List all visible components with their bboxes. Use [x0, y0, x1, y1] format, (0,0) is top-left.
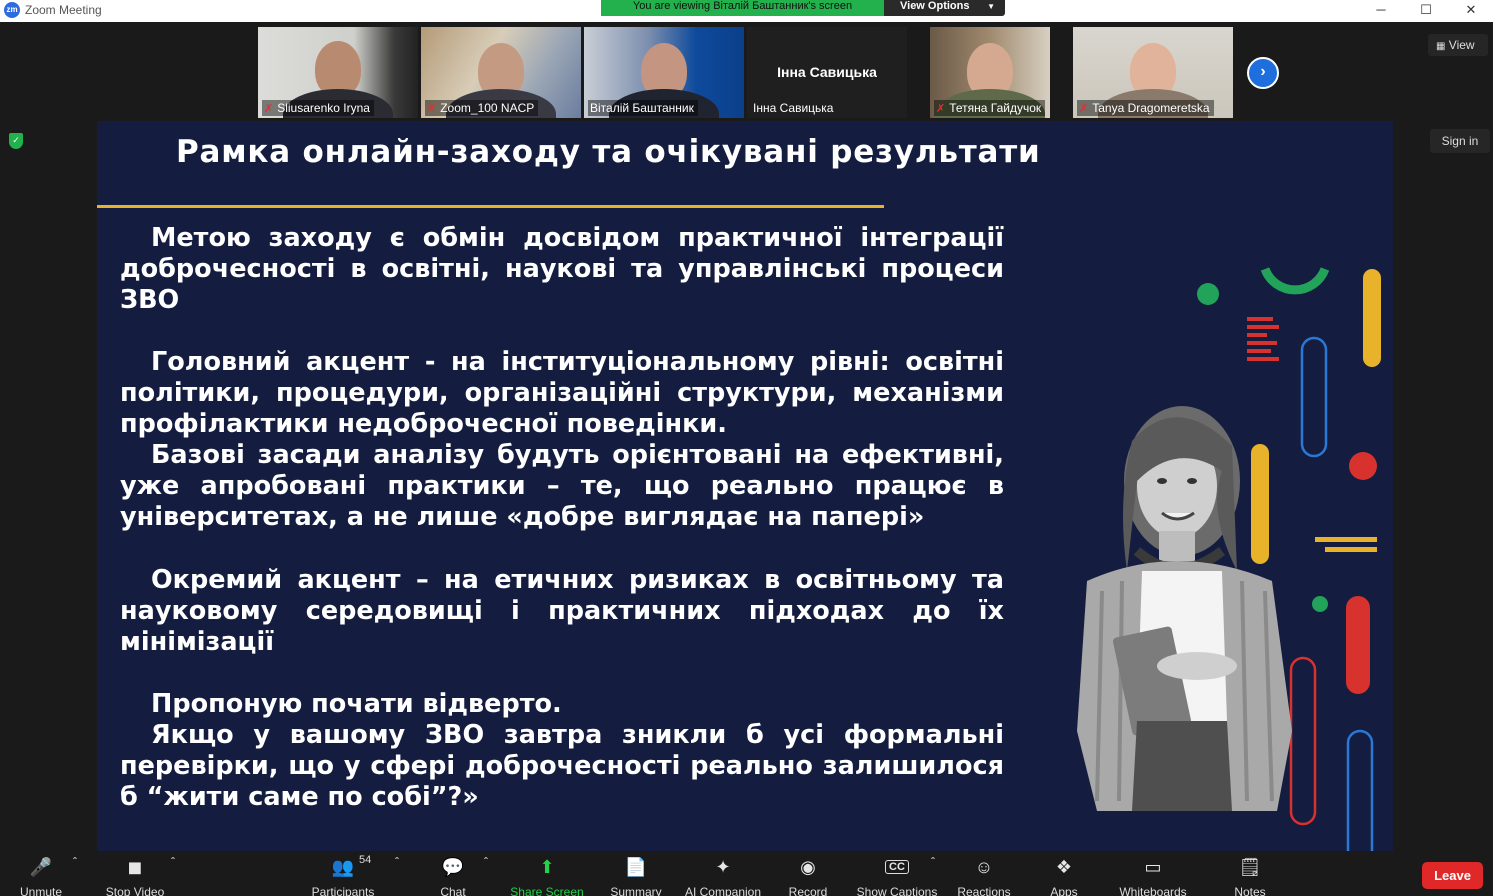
- unmute-button[interactable]: 🎤 Unmute: [12, 855, 70, 896]
- slide-paragraph: Базові засади аналізу будуть орієнтовані…: [120, 440, 1004, 532]
- video-camera-icon: ◼: [127, 857, 143, 877]
- viewing-banner: You are viewing Віталій Баштанник's scre…: [601, 0, 884, 16]
- apps-icon: ❖: [1055, 857, 1073, 877]
- summary-button[interactable]: 📄 Summary: [606, 855, 666, 896]
- reactions-button[interactable]: ☺ Reactions: [954, 855, 1014, 896]
- green-arc-icon: [1260, 267, 1330, 295]
- grid-icon: ▦: [1436, 41, 1446, 52]
- chevron-right-icon: ›: [1260, 63, 1266, 80]
- participant-name-label: Інна Савицька: [753, 101, 834, 115]
- participant-thumbnail[interactable]: ✗ Sliusarenko Iryna: [258, 27, 418, 118]
- slide-title: Рамка онлайн-заходу та очікувані результ…: [176, 134, 1041, 170]
- close-button[interactable]: ✕: [1448, 0, 1493, 22]
- chat-button[interactable]: 💬 Chat: [432, 855, 474, 896]
- record-icon: ◉: [800, 857, 816, 877]
- shared-slide: Рамка онлайн-заходу та очікувані результ…: [97, 121, 1393, 851]
- participant-thumbnail-active[interactable]: Віталій Баштанник: [584, 27, 744, 118]
- yellow-pill-icon: [1363, 269, 1381, 367]
- participant-name-label: ✗ Тетяна Гайдучок: [934, 100, 1046, 116]
- participant-center-name: Інна Савицька: [777, 64, 877, 80]
- view-label: View: [1448, 38, 1475, 52]
- title-underline: [97, 205, 884, 208]
- meeting-toolbar: 🎤 Unmute ˆ ◼ Stop Video ˆ 👥 Participants…: [0, 851, 1493, 896]
- zoom-logo-icon: zm: [4, 2, 20, 18]
- slide-paragraph: Якщо у вашому ЗВО завтра зникли б усі фо…: [120, 720, 1004, 812]
- summary-document-icon: 📄: [624, 857, 648, 877]
- stop-video-button[interactable]: ◼ Stop Video: [100, 855, 170, 896]
- participant-thumbnail[interactable]: Інна Савицька Інна Савицька: [747, 27, 907, 118]
- muted-mic-icon: ✗: [1079, 103, 1089, 115]
- participant-thumbnail[interactable]: ✗ Zoom_100 NACP: [421, 27, 581, 118]
- participant-name-label: ✗ Sliusarenko Iryna: [262, 100, 374, 116]
- muted-mic-icon: ✗: [936, 103, 946, 115]
- leave-button[interactable]: Leave: [1422, 862, 1483, 889]
- participant-name-label: ✗ Zoom_100 NACP: [425, 100, 539, 116]
- video-options-caret[interactable]: ˆ: [168, 855, 178, 896]
- chevron-down-icon: ▼: [987, 2, 995, 11]
- participant-name-label: ✗ Tanya Dragomeretska: [1077, 100, 1214, 116]
- green-dot-icon: [1197, 283, 1219, 305]
- slide-paragraph: Метою заходу є обмін досвідом практичної…: [120, 223, 1004, 315]
- notes-button[interactable]: 🗒 Notes: [1230, 855, 1270, 896]
- title-bar: zm Zoom Meeting You are viewing Віталій …: [0, 0, 1493, 22]
- chat-bubble-icon: 💬: [441, 857, 465, 877]
- apps-button[interactable]: ❖ Apps: [1044, 855, 1084, 896]
- participants-options-caret[interactable]: ˆ: [392, 855, 402, 896]
- audio-options-caret[interactable]: ˆ: [70, 855, 80, 896]
- red-grid-icon: [1247, 317, 1279, 361]
- record-button[interactable]: ◉ Record: [785, 855, 831, 896]
- ai-companion-button[interactable]: ✦ AI Companion: [681, 855, 765, 896]
- captions-options-caret[interactable]: ˆ: [928, 855, 938, 896]
- slide-paragraph: Пропоную почати відверто.: [151, 689, 562, 719]
- reactions-emoji-icon: ☺: [974, 857, 994, 877]
- zoom-meeting-window: zm Zoom Meeting You are viewing Віталій …: [0, 0, 1493, 896]
- slide-paragraph: Головний акцент - на інституціональному …: [120, 347, 1004, 439]
- security-shield-icon: ✓: [9, 133, 23, 149]
- chat-options-caret[interactable]: ˆ: [481, 855, 491, 896]
- notes-icon: 🗒: [1238, 857, 1262, 877]
- sign-in-button[interactable]: Sign in: [1430, 129, 1490, 153]
- participants-count: 54: [359, 854, 372, 866]
- muted-mic-icon: ✗: [427, 103, 437, 115]
- view-options-button[interactable]: View Options ▼: [884, 0, 1005, 16]
- minimize-button[interactable]: ─: [1358, 0, 1404, 22]
- participant-thumbnail[interactable]: ✗ Тетяна Гайдучок: [930, 27, 1050, 118]
- whiteboard-icon: ▭: [1144, 857, 1162, 877]
- next-page-button[interactable]: ›: [1247, 57, 1279, 89]
- muted-mic-icon: ✗: [264, 103, 274, 115]
- window-title: Zoom Meeting: [25, 3, 102, 17]
- whiteboards-button[interactable]: ▭ Whiteboards: [1115, 855, 1191, 896]
- share-screen-button[interactable]: ⬆ Share Screen: [508, 855, 586, 896]
- student-photo: [1077, 406, 1292, 811]
- muted-microphone-icon: 🎤: [29, 857, 53, 877]
- view-button[interactable]: ▦ View: [1428, 34, 1488, 56]
- share-screen-icon: ⬆: [539, 857, 555, 877]
- participant-name-label: Віталій Баштанник: [588, 100, 698, 116]
- view-options-label: View Options: [900, 0, 970, 12]
- participant-thumbnail[interactable]: ✗ Tanya Dragomeretska: [1073, 27, 1233, 118]
- ai-sparkle-icon: ✦: [715, 857, 731, 877]
- maximize-button[interactable]: ☐: [1403, 0, 1449, 22]
- slide-paragraph: Окремий акцент – на етичних ризиках в ос…: [120, 565, 1004, 657]
